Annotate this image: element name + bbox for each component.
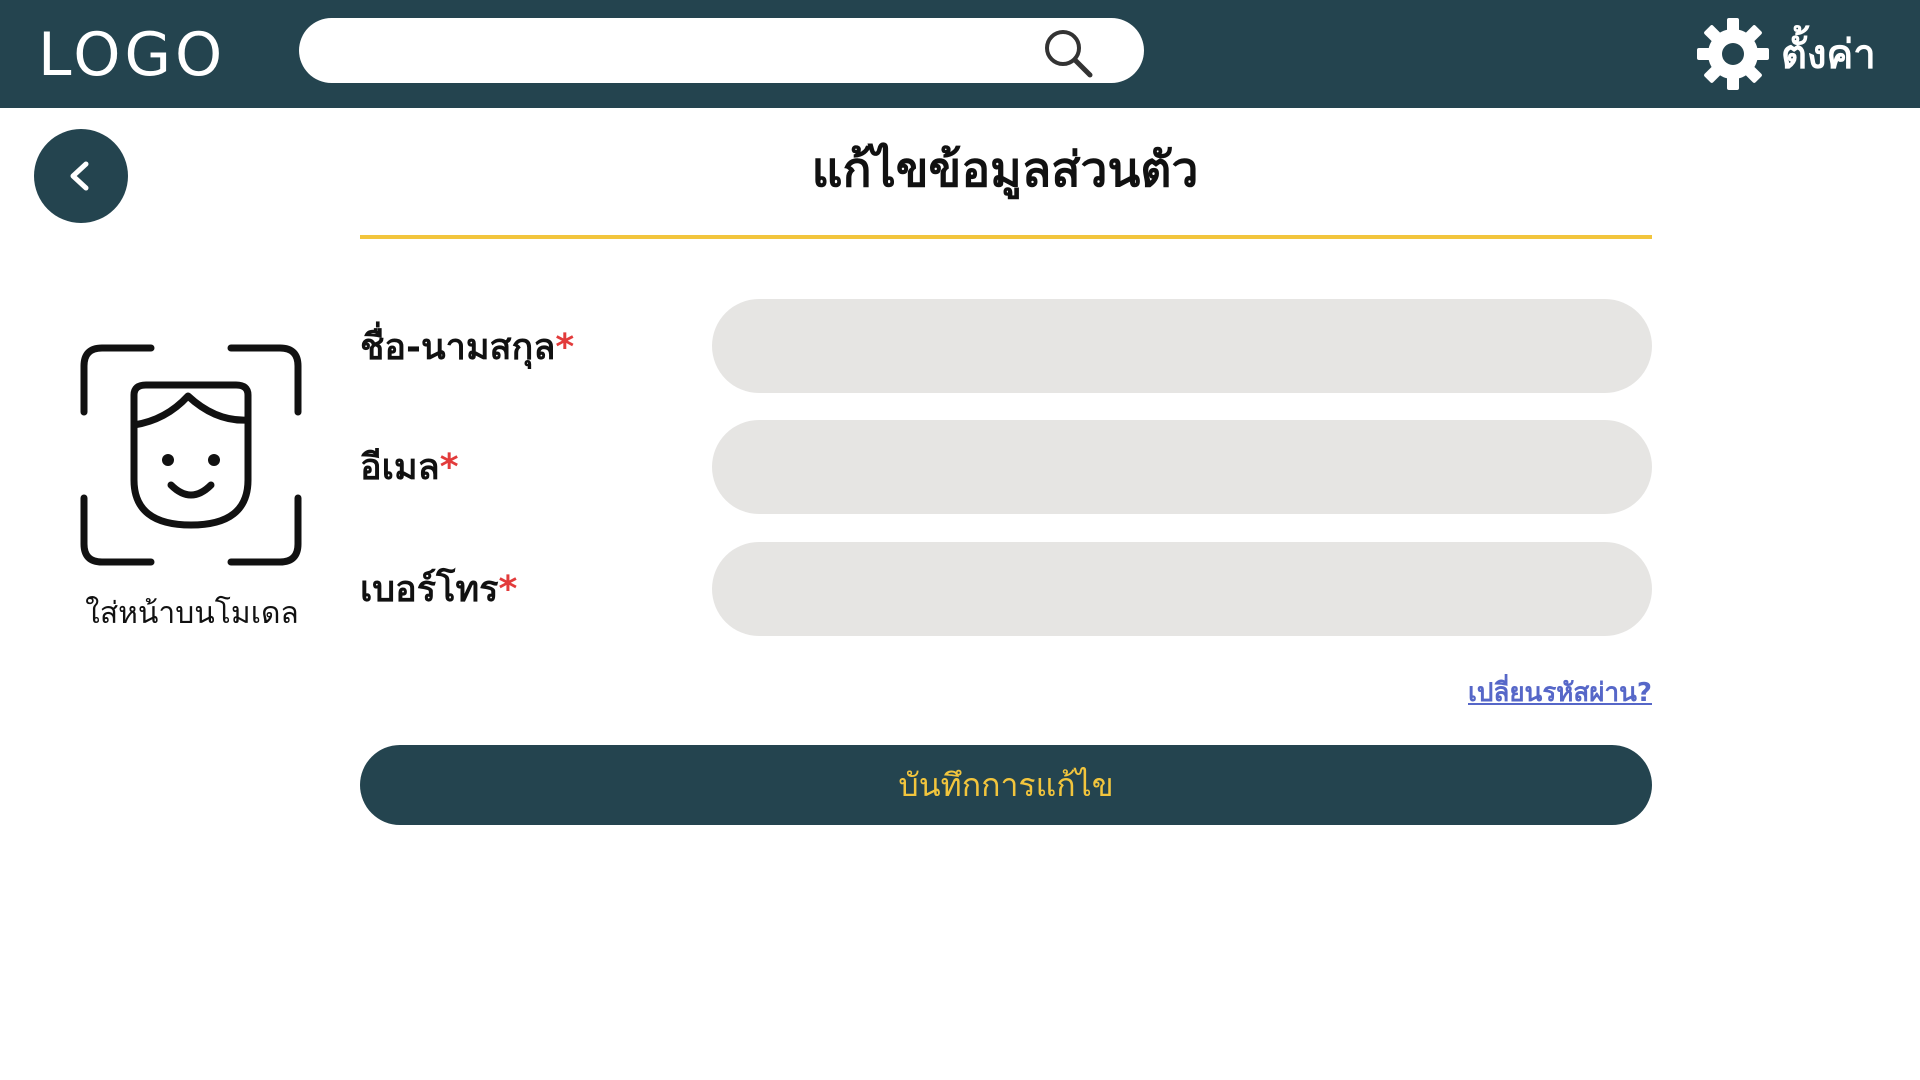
search-input[interactable] [329,28,1029,73]
name-label-text: ชื่อ-นามสกุล [360,327,556,368]
face-scan-icon[interactable] [76,340,306,570]
chevron-left-icon [70,161,89,191]
back-button[interactable] [34,129,128,223]
page-title: แก้ไขข้อมูลส่วนตัว [811,142,1199,198]
phone-field[interactable] [712,542,1652,636]
name-label: ชื่อ-นามสกุล* [360,318,574,378]
search-bar[interactable] [299,18,1144,83]
settings-button[interactable]: ตั้งค่า [1695,14,1876,94]
phone-label-text: เบอร์โทร [360,569,499,610]
full-name-field[interactable] [712,299,1652,393]
change-password-link[interactable]: เปลี่ยนรหัสผ่าน? [1468,672,1652,713]
required-mark: * [498,569,518,610]
title-divider [360,235,1652,239]
required-mark: * [439,447,459,488]
phone-label: เบอร์โทร* [360,560,517,620]
required-mark: * [555,327,575,368]
email-label-text: อีเมล [360,447,440,488]
logo[interactable]: LOGO [38,20,226,90]
search-icon[interactable] [1038,23,1098,83]
face-model-caption[interactable]: ใส่หน้าบนโมเดล [72,590,312,637]
save-changes-button[interactable]: บันทึกการแก้ไข [360,745,1652,825]
email-label: อีเมล* [360,438,459,498]
email-field[interactable] [712,420,1652,514]
settings-label: ตั้งค่า [1781,32,1876,78]
gear-icon [1697,18,1769,90]
top-navigation-bar: LOGO ตั้งค่า [0,0,1920,108]
face-model-upload[interactable] [76,340,306,580]
